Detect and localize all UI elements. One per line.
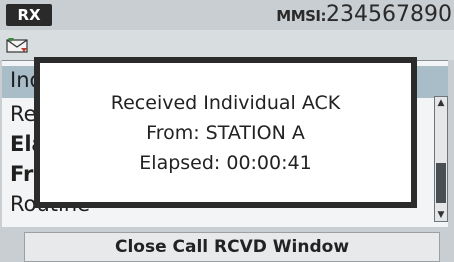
popup-elapsed: Elapsed: 00:00:41 <box>139 151 312 174</box>
scroll-thumb[interactable] <box>436 163 446 203</box>
icon-bar <box>0 30 454 60</box>
radio-screen: RX MMSI:234567890 Ind Rec Ela Fro Routin… <box>0 0 454 262</box>
status-bar: RX MMSI:234567890 <box>0 0 454 30</box>
popup-body: Received Individual ACK From: STATION A … <box>40 63 411 202</box>
mmsi-display: MMSI:234567890 <box>276 2 452 28</box>
ack-received-popup: Received Individual ACK From: STATION A … <box>34 57 417 208</box>
scroll-down-icon[interactable]: ▼ <box>435 209 447 221</box>
mmsi-value: 234567890 <box>326 2 452 27</box>
mail-icon <box>6 38 28 53</box>
popup-title: Received Individual ACK <box>110 91 341 114</box>
popup-from: From: STATION A <box>146 121 305 144</box>
scroll-up-icon[interactable]: ▲ <box>435 97 447 109</box>
right-edge <box>448 60 454 228</box>
rx-badge: RX <box>6 4 52 26</box>
close-call-window-button[interactable]: Close Call RCVD Window <box>24 232 440 262</box>
mmsi-label: MMSI: <box>276 7 327 25</box>
scrollbar[interactable]: ▲ ▼ <box>434 96 448 222</box>
